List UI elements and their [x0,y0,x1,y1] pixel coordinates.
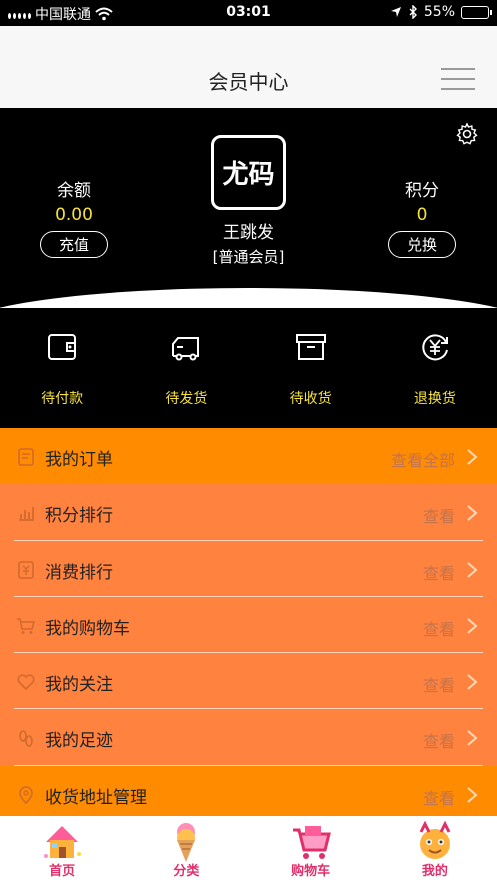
shopping-cart-icon [292,826,331,859]
profile-curve [0,288,497,308]
menu-item-spend-rank[interactable]: 消费排行 查看 [14,541,483,597]
menu-item-follows[interactable]: 我的关注 查看 [14,653,483,710]
status-right: 55% [390,4,492,20]
chevron-right-icon [467,449,478,465]
shortcut-label: 退换货 [413,391,456,407]
shortcut-returns[interactable]: 退换货 [373,308,497,428]
menu-item-label: 我的购物车 [45,618,130,639]
exchange-button[interactable]: 兑换 [387,231,456,258]
house-icon [44,826,82,858]
menu-item-cart[interactable]: 我的购物车 查看 [14,597,483,654]
tab-cart[interactable]: 购物车 [249,816,373,883]
battery-percent: 55% [423,4,455,20]
menu-item-my-orders[interactable]: 我的订单 查看全部 [0,428,497,485]
chevron-right-icon [467,505,478,522]
heart-icon [17,674,35,691]
view-link[interactable]: 查看 [423,503,455,527]
menu-item-address[interactable]: 收货地址管理 查看 [0,765,497,816]
chevron-right-icon [467,618,478,634]
menu-item-points-rank[interactable]: 积分排行 查看 [14,484,483,541]
bluetooth-icon [409,5,417,19]
ice-cream-icon [177,823,196,862]
chevron-right-icon [467,561,478,578]
avatar[interactable]: 尤码 [211,135,286,210]
menu-item-label: 收货地址管理 [45,787,147,808]
status-bar: 中国联通 03:01 55% [0,0,497,26]
view-link[interactable]: 查看 [423,616,455,640]
gear-icon[interactable] [455,122,479,146]
menu-list: 我的订单 查看全部 积分排行 查看 消费排行 查看 我的购物车 查看 我的关注 … [0,428,497,816]
tab-category[interactable]: 分类 [124,816,248,883]
page-title: 会员中心 [208,70,289,94]
menu-item-label: 我的足迹 [45,731,113,752]
shortcut-label: 待收货 [289,391,332,407]
menu-item-label: 我的订单 [45,450,113,470]
bar-chart-icon [19,507,34,522]
chevron-right-icon [467,787,478,803]
location-arrow-icon [390,7,401,17]
view-all-link[interactable]: 查看全部 [391,447,455,471]
tab-mine[interactable]: 我的 [373,816,497,883]
tab-bar: 首页 分类 购物车 我的 [0,816,497,883]
points-block: 积分 0 兑换 [372,176,472,258]
menu-item-label: 积分排行 [45,506,113,527]
balance-label: 余额 [57,181,91,201]
cart-icon [17,618,36,634]
shortcut-label: 待付款 [41,391,84,407]
view-link[interactable]: 查看 [423,728,455,752]
location-icon [19,785,33,804]
view-link[interactable]: 查看 [423,785,455,809]
tab-label: 首页 [49,864,76,879]
view-link[interactable]: 查看 [423,672,455,696]
box-icon [295,334,326,360]
tab-home[interactable]: 首页 [0,816,124,883]
wallet-icon [48,334,77,360]
battery-icon [461,5,492,19]
chevron-right-icon [467,674,478,690]
shortcut-pending-payment[interactable]: 待付款 [0,308,124,428]
menu-item-footprints[interactable]: 我的足迹 查看 [14,709,483,766]
tab-label: 我的 [421,864,448,879]
tab-label: 分类 [173,864,200,879]
nav-header: 会员中心 [0,26,497,108]
shortcut-label: 待发货 [165,391,208,407]
receipt-icon [18,560,34,579]
menu-icon[interactable] [441,68,475,92]
yen-refund-icon [422,334,448,361]
shortcut-pending-shipment[interactable]: 待发货 [124,308,248,428]
menu-item-label: 我的关注 [45,675,113,696]
shortcut-pending-receipt[interactable]: 待收货 [249,308,373,428]
view-link[interactable]: 查看 [423,560,455,584]
menu-item-label: 消费排行 [45,562,113,583]
points-label: 积分 [405,181,439,201]
tab-label: 购物车 [291,864,331,879]
points-value: 0 [416,205,428,225]
profile-panel: 余额 0.00 充值 尤码 王跳发 [普通会员] 积分 0 兑换 [0,108,497,308]
order-shortcuts: 待付款 待发货 待收货 退换货 [0,308,497,428]
mascot-icon [419,820,451,859]
truck-icon [172,337,200,361]
chevron-right-icon [467,730,478,747]
footprint-icon [19,730,33,748]
order-icon [18,448,34,466]
